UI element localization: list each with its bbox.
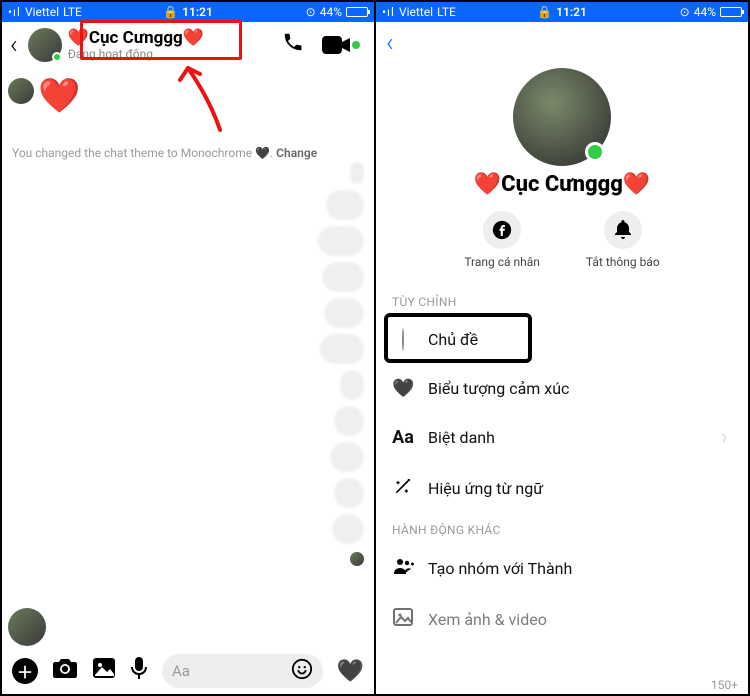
call-icon[interactable] <box>282 31 304 59</box>
back-button[interactable]: ‹ <box>386 28 394 58</box>
row-word-effects[interactable]: Hiệu ứng từ ngữ <box>376 462 748 515</box>
annotation-arrow <box>170 60 240 140</box>
sparkle-icon <box>392 476 414 501</box>
chat-settings-screen: •ılViettelLTE 🔒11:21 ⊙44% ‹ ❤️Cục Cưnggg… <box>376 2 748 694</box>
profile-action[interactable]: Trang cá nhân <box>464 211 540 269</box>
status-bar: •ılViettelLTE 🔒11:21 ⊙44% <box>376 2 748 22</box>
row-theme[interactable]: Chủ đề <box>376 315 748 364</box>
section-more: HÀNH ĐỘNG KHÁC <box>376 515 748 543</box>
avatar[interactable] <box>28 28 62 62</box>
chat-screen: •ılViettelLTE 🔒11:21 ⊙44% ‹ ❤️Cục Cưnggg… <box>2 2 374 694</box>
bell-icon <box>604 211 642 249</box>
media-icon <box>392 608 414 631</box>
media-count: 150+ <box>711 678 738 692</box>
row-nickname[interactable]: Aa Biệt danh 〉 <box>376 413 748 462</box>
input-placeholder: Aa <box>172 662 190 680</box>
composer: ＋ Aa 🖤 <box>2 654 374 688</box>
video-icon[interactable] <box>322 36 360 54</box>
profile-avatar[interactable] <box>513 68 611 166</box>
row-emoji[interactable]: 🖤 Biểu tượng cảm xúc <box>376 364 748 413</box>
change-theme-link[interactable]: Change <box>276 146 317 160</box>
profile-name: ❤️Cục Cưnggg❤️ <box>376 172 748 197</box>
text-icon: Aa <box>392 427 414 448</box>
mini-avatar <box>8 78 34 104</box>
heart-icon: 🖤 <box>392 378 414 399</box>
message-list <box>318 162 364 566</box>
theme-icon <box>392 329 414 350</box>
chat-title-block[interactable]: ❤️Cục Cưnggg❤️ Đang hoạt động <box>68 29 204 61</box>
row-media[interactable]: Xem ảnh & video <box>376 594 748 645</box>
more-button[interactable]: ＋ <box>12 658 38 684</box>
message-input[interactable]: Aa <box>162 654 323 688</box>
gallery-icon[interactable] <box>92 657 116 685</box>
heart-sticker: ❤️ <box>38 76 80 116</box>
typing-avatar <box>8 608 46 646</box>
facebook-icon <box>483 211 521 249</box>
row-create-group[interactable]: Tạo nhóm với Thành <box>376 543 748 594</box>
mic-icon[interactable] <box>130 656 148 686</box>
back-button[interactable]: ‹ <box>6 30 22 60</box>
group-icon <box>392 557 414 580</box>
like-icon[interactable]: 🖤 <box>337 659 364 684</box>
chevron-right-icon: 〉 <box>722 430 732 445</box>
chat-name: ❤️Cục Cưnggg❤️ <box>68 29 204 48</box>
system-message: You changed the chat theme to Monochrome… <box>2 130 374 160</box>
chat-status: Đang hoạt động <box>68 48 204 61</box>
emoji-picker-icon[interactable] <box>291 658 313 684</box>
camera-icon[interactable] <box>52 657 78 685</box>
section-custom: TÙY CHỈNH <box>376 287 748 315</box>
status-bar: •ılViettelLTE 🔒11:21 ⊙44% <box>2 2 374 22</box>
mute-action[interactable]: Tắt thông báo <box>586 211 660 269</box>
